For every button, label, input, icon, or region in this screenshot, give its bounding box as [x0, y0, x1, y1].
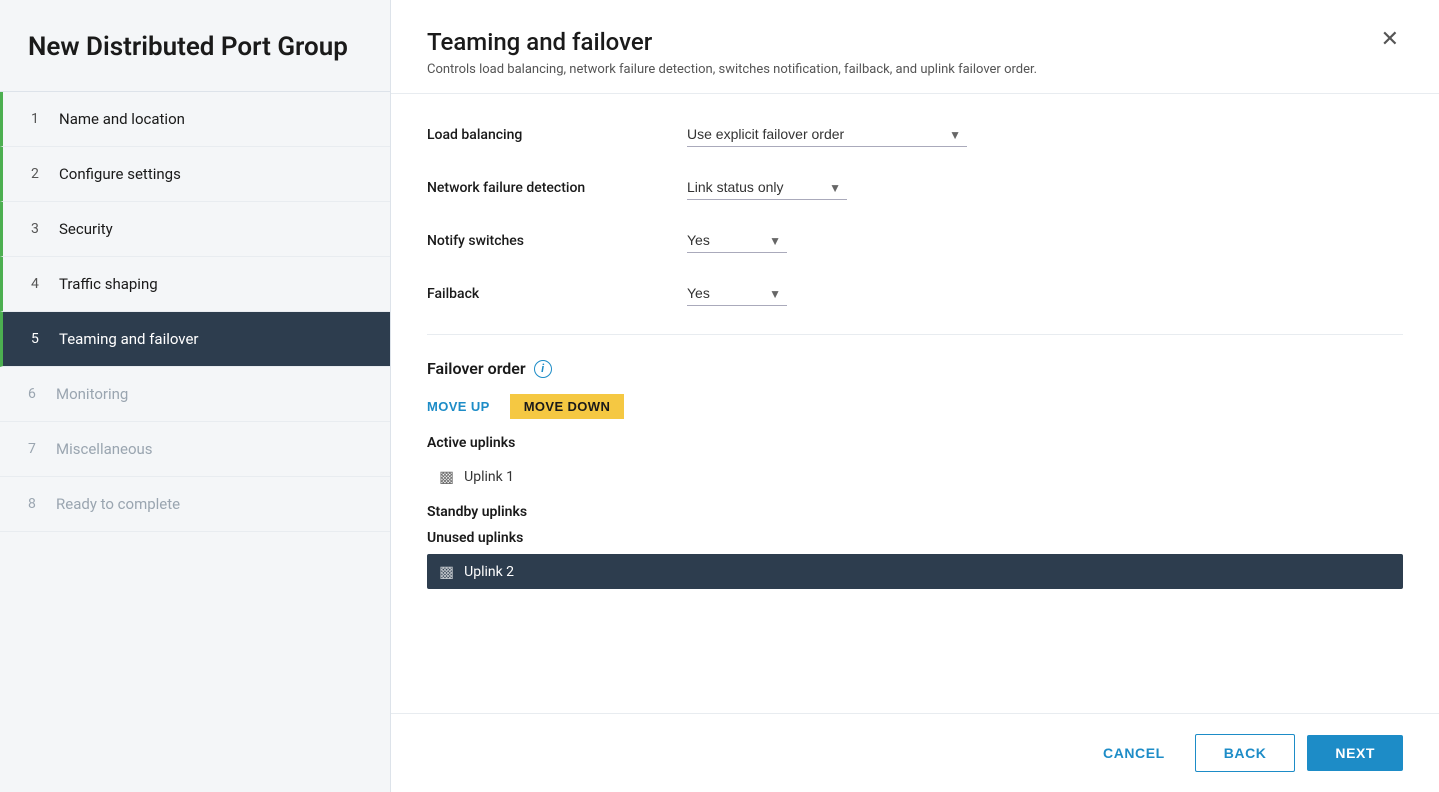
standby-uplinks-section: Standby uplinks — [427, 504, 1403, 520]
failback-label: Failback — [427, 286, 687, 302]
active-uplinks-section: Active uplinks ▩ Uplink 1 — [427, 435, 1403, 494]
sidebar-item-ready-to-complete[interactable]: 8 Ready to complete — [0, 477, 390, 532]
dialog-footer: CANCEL BACK NEXT — [391, 713, 1439, 792]
steps-list: 1 Name and location 2 Configure settings… — [0, 92, 390, 792]
main-subtitle: Controls load balancing, network failure… — [427, 62, 1037, 77]
network-failure-select[interactable]: Link status only — [687, 175, 847, 200]
active-uplinks-header: Active uplinks — [427, 435, 1403, 451]
step-number-2: 2 — [31, 166, 47, 182]
step-number-1: 1 — [31, 111, 47, 127]
network-failure-row: Network failure detection Link status on… — [427, 175, 1403, 200]
sidebar-item-miscellaneous[interactable]: 7 Miscellaneous — [0, 422, 390, 477]
failback-control[interactable]: Yes No ▼ — [687, 281, 787, 306]
sidebar-item-security[interactable]: 3 Security — [0, 202, 390, 257]
dialog-title: New Distributed Port Group — [0, 0, 390, 92]
close-button[interactable]: ✕ — [1377, 28, 1403, 50]
step-number-3: 3 — [31, 221, 47, 237]
cancel-button[interactable]: CANCEL — [1085, 735, 1183, 771]
back-button[interactable]: BACK — [1195, 734, 1296, 772]
notify-switches-label: Notify switches — [427, 233, 687, 249]
load-balancing-row: Load balancing Use explicit failover ord… — [427, 122, 1403, 147]
step-label-7: Miscellaneous — [56, 440, 153, 458]
section-divider — [427, 334, 1403, 335]
info-icon[interactable]: i — [534, 360, 552, 378]
uplink2-label: Uplink 2 — [464, 564, 514, 580]
sidebar-item-configure-settings[interactable]: 2 Configure settings — [0, 147, 390, 202]
unused-uplinks-header: Unused uplinks — [427, 530, 1403, 546]
step-label-3: Security — [59, 220, 113, 238]
notify-switches-control[interactable]: Yes No ▼ — [687, 228, 787, 253]
sidebar-item-teaming-failover[interactable]: 5 Teaming and failover — [0, 312, 390, 367]
move-up-button[interactable]: MOVE UP — [427, 394, 490, 419]
step-number-5: 5 — [31, 331, 47, 347]
main-content: Teaming and failover Controls load balan… — [391, 0, 1439, 792]
sidebar-item-traffic-shaping[interactable]: 4 Traffic shaping — [0, 257, 390, 312]
step-label-6: Monitoring — [56, 385, 128, 403]
uplink2-monitor-icon: ▩ — [439, 562, 454, 581]
step-number-4: 4 — [31, 276, 47, 292]
failover-order-label: Failover order — [427, 359, 526, 378]
sidebar-item-monitoring[interactable]: 6 Monitoring — [0, 367, 390, 422]
header-text-group: Teaming and failover Controls load balan… — [427, 28, 1037, 77]
step-number-6: 6 — [28, 386, 44, 402]
unused-uplinks-section: Unused uplinks ▩ Uplink 2 — [427, 530, 1403, 589]
step-label-4: Traffic shaping — [59, 275, 158, 293]
uplink1-label: Uplink 1 — [464, 469, 514, 485]
failover-order-title: Failover order i — [427, 359, 1403, 378]
step-number-8: 8 — [28, 496, 44, 512]
failback-select[interactable]: Yes No — [687, 281, 787, 306]
notify-switches-select[interactable]: Yes No — [687, 228, 787, 253]
main-header: Teaming and failover Controls load balan… — [391, 0, 1439, 94]
move-down-button[interactable]: MOVE DOWN — [510, 394, 625, 419]
sidebar: New Distributed Port Group 1 Name and lo… — [0, 0, 391, 792]
network-failure-control[interactable]: Link status only ▼ — [687, 175, 847, 200]
dialog: New Distributed Port Group 1 Name and lo… — [0, 0, 1439, 792]
sidebar-item-name-location[interactable]: 1 Name and location — [0, 92, 390, 147]
load-balancing-control[interactable]: Use explicit failover order ▼ — [687, 122, 967, 147]
notify-switches-row: Notify switches Yes No ▼ — [427, 228, 1403, 253]
load-balancing-select[interactable]: Use explicit failover order — [687, 122, 967, 147]
standby-uplinks-header: Standby uplinks — [427, 504, 1403, 520]
step-number-7: 7 — [28, 441, 44, 457]
network-failure-label: Network failure detection — [427, 180, 687, 196]
step-label-8: Ready to complete — [56, 495, 180, 513]
uplink2-item[interactable]: ▩ Uplink 2 — [427, 554, 1403, 589]
load-balancing-label: Load balancing — [427, 127, 687, 143]
failback-row: Failback Yes No ▼ — [427, 281, 1403, 306]
failover-actions: MOVE UP MOVE DOWN — [427, 394, 1403, 419]
step-label-1: Name and location — [59, 110, 185, 128]
uplink1-item[interactable]: ▩ Uplink 1 — [427, 459, 1403, 494]
step-label-2: Configure settings — [59, 165, 181, 183]
step-label-5: Teaming and failover — [59, 330, 199, 348]
next-button[interactable]: NEXT — [1307, 735, 1403, 771]
uplink-monitor-icon: ▩ — [439, 467, 454, 486]
main-body: Load balancing Use explicit failover ord… — [391, 94, 1439, 713]
main-title: Teaming and failover — [427, 28, 1037, 56]
